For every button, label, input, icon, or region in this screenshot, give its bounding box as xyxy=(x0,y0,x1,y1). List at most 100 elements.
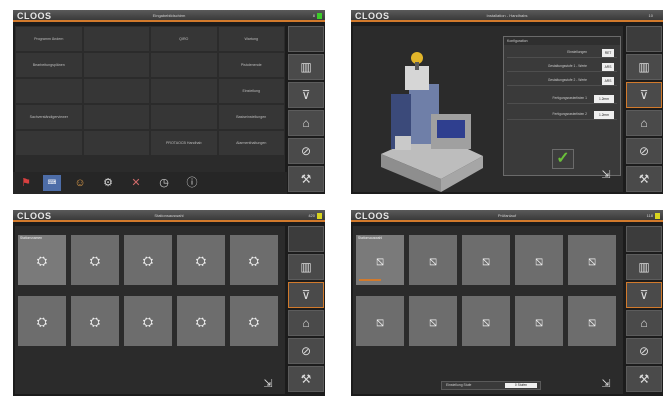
menu-cell[interactable] xyxy=(15,130,83,156)
grid-icon[interactable]: ▥ xyxy=(288,54,324,80)
menu-cell[interactable]: PROTAOCB Handhab xyxy=(150,130,218,156)
menu-cell[interactable]: Bearbeitungsplänen xyxy=(15,52,83,78)
menu-cell[interactable]: Pistolenende xyxy=(217,52,285,78)
screen-test-run: CLOOS Prüfanlauf 118 Einstellung Stufe 0… xyxy=(351,210,663,396)
tile-icon: ⛭ xyxy=(89,253,101,268)
grid-icon[interactable]: ▥ xyxy=(626,54,662,80)
param-row: Einstellungen RET xyxy=(507,47,617,58)
status-number: 10 xyxy=(648,13,653,18)
sidebar-blank-button[interactable] xyxy=(288,226,324,252)
param-value[interactable]: RET xyxy=(602,49,614,57)
menu-cell[interactable]: Alarmenthaltungen xyxy=(217,130,285,156)
station-tile[interactable]: ⧅ xyxy=(461,234,511,286)
home-icon[interactable]: ⌂ xyxy=(288,110,324,136)
menu-down-icon[interactable]: ⊽ xyxy=(626,82,662,108)
station-tile[interactable]: ⧅ xyxy=(461,295,511,347)
exit-icon[interactable]: ⇲ xyxy=(259,376,277,392)
menu-down-icon[interactable]: ⊽ xyxy=(626,282,662,308)
param-value[interactable]: ARS xyxy=(602,77,614,85)
tile-icon: ⛭ xyxy=(36,253,48,268)
menu-cell[interactable] xyxy=(82,26,150,52)
timer-icon[interactable]: ◷ xyxy=(155,175,173,191)
menu-cell[interactable]: QIRO xyxy=(150,26,218,52)
robot-arm-icon[interactable]: ⚒ xyxy=(626,366,662,392)
station-tile[interactable]: ⛭ xyxy=(123,295,173,347)
grid-icon[interactable]: ▥ xyxy=(626,254,662,280)
wrench-cross-icon[interactable]: ✕ xyxy=(127,175,145,191)
tile-icon: ⛭ xyxy=(195,253,207,268)
station-tile[interactable]: ⛭ xyxy=(123,234,173,286)
user-icon[interactable]: ☺ xyxy=(71,175,89,191)
station-tile[interactable]: ⛭ xyxy=(70,295,120,347)
tools-icon[interactable]: ⚙ xyxy=(99,175,117,191)
confirm-check-button[interactable]: ✓ xyxy=(552,149,574,169)
menu-cell[interactable] xyxy=(82,130,150,156)
stage-field-value[interactable]: 0 Stufen xyxy=(505,383,537,388)
home-icon[interactable]: ⌂ xyxy=(626,310,662,336)
exit-icon[interactable]: ⇲ xyxy=(597,167,615,183)
menu-cell[interactable]: Wartung xyxy=(217,26,285,52)
station-tile[interactable]: ⧅ xyxy=(355,295,405,347)
tile-icon: ⛭ xyxy=(248,253,260,268)
station-tile[interactable]: ⧅ xyxy=(514,234,564,286)
menu-cell[interactable] xyxy=(82,104,150,130)
screen-configuration: CLOOS Installation - Handhabs 10 Konfigu… xyxy=(351,10,663,194)
sidebar-blank-button[interactable] xyxy=(626,226,662,252)
param-value[interactable]: ARS xyxy=(602,63,614,71)
robot-arm-icon[interactable]: ⚒ xyxy=(288,366,324,392)
station-tile[interactable]: ⛭ xyxy=(176,295,226,347)
sidebar-blank-button[interactable] xyxy=(626,26,662,52)
menu-cell[interactable] xyxy=(15,78,83,104)
station-tile[interactable]: ⛭ xyxy=(229,295,279,347)
station-tile[interactable]: ⛭ xyxy=(229,234,279,286)
stop-circles-icon[interactable]: ⊘ xyxy=(626,338,662,364)
station-tile[interactable]: ⛭ Stationsnamen xyxy=(17,234,67,286)
info-icon[interactable]: ⓘ xyxy=(183,175,201,191)
station-tile[interactable]: ⧅ xyxy=(408,234,458,286)
station-tile[interactable]: ⧅ xyxy=(567,295,617,347)
robot-arm-icon[interactable]: ⚒ xyxy=(626,166,662,192)
status-indicator xyxy=(655,213,660,219)
menu-cell[interactable] xyxy=(150,52,218,78)
station-tile[interactable]: ⧅ xyxy=(408,295,458,347)
grid-icon[interactable]: ▥ xyxy=(288,254,324,280)
menu-cell[interactable] xyxy=(150,78,218,104)
keyboard-icon[interactable]: ⌨ xyxy=(43,175,61,191)
home-icon[interactable]: ⌂ xyxy=(626,110,662,136)
tile-icon: ⛭ xyxy=(195,314,207,329)
stop-circles-icon[interactable]: ⊘ xyxy=(288,338,324,364)
menu-down-icon[interactable]: ⊽ xyxy=(288,82,324,108)
stop-circles-icon[interactable]: ⊘ xyxy=(288,138,324,164)
home-icon[interactable]: ⌂ xyxy=(288,310,324,336)
parameter-panel: Konfiguration Einstellungen RET Gestaltu… xyxy=(503,36,621,176)
status-indicator xyxy=(317,13,322,19)
sidebar: ▥ ⊽ ⌂ ⊘ ⚒ xyxy=(626,26,662,192)
menu-cell[interactable] xyxy=(82,52,150,78)
station-tile[interactable]: ⛭ xyxy=(70,234,120,286)
tile-icon: ⛭ xyxy=(142,314,154,329)
param-value[interactable]: 1.2mm xyxy=(594,111,614,119)
station-tile[interactable]: ⧅ xyxy=(514,295,564,347)
tile-grid: Einstellung Stufe 0 Stufen ⧅ Stationsausw… xyxy=(353,226,623,394)
menu-grid: Programm Ändern QIRO Wartung Bearbeitungspl… xyxy=(15,26,285,192)
param-value[interactable]: 1.2mm xyxy=(594,95,614,103)
station-tile[interactable]: ⛭ xyxy=(176,234,226,286)
menu-cell[interactable] xyxy=(150,104,218,130)
station-tile[interactable]: ⧅ xyxy=(567,234,617,286)
station-tile[interactable]: ⧅ Stationsauswahl xyxy=(355,234,405,286)
menu-cell[interactable]: Programm Ändern xyxy=(15,26,83,52)
exit-icon[interactable]: ⇲ xyxy=(597,376,615,392)
menu-down-icon[interactable]: ⊽ xyxy=(288,282,324,308)
flag-icon[interactable]: ⚑ xyxy=(17,175,35,191)
screen-title: Stationsauswahl xyxy=(154,213,184,218)
menu-cell[interactable] xyxy=(82,78,150,104)
param-label: Einstellungen xyxy=(567,50,587,54)
sidebar-blank-button[interactable] xyxy=(288,26,324,52)
station-tile[interactable]: ⛭ xyxy=(17,295,67,347)
menu-cell[interactable]: Sachverständigerviewer xyxy=(15,104,83,130)
menu-cell[interactable]: Einstellung xyxy=(217,78,285,104)
title-bar: CLOOS Prüfanlauf 118 xyxy=(351,210,663,222)
menu-cell[interactable]: Basiseinstellungen xyxy=(217,104,285,130)
robot-arm-icon[interactable]: ⚒ xyxy=(288,166,324,192)
stop-circles-icon[interactable]: ⊘ xyxy=(626,138,662,164)
